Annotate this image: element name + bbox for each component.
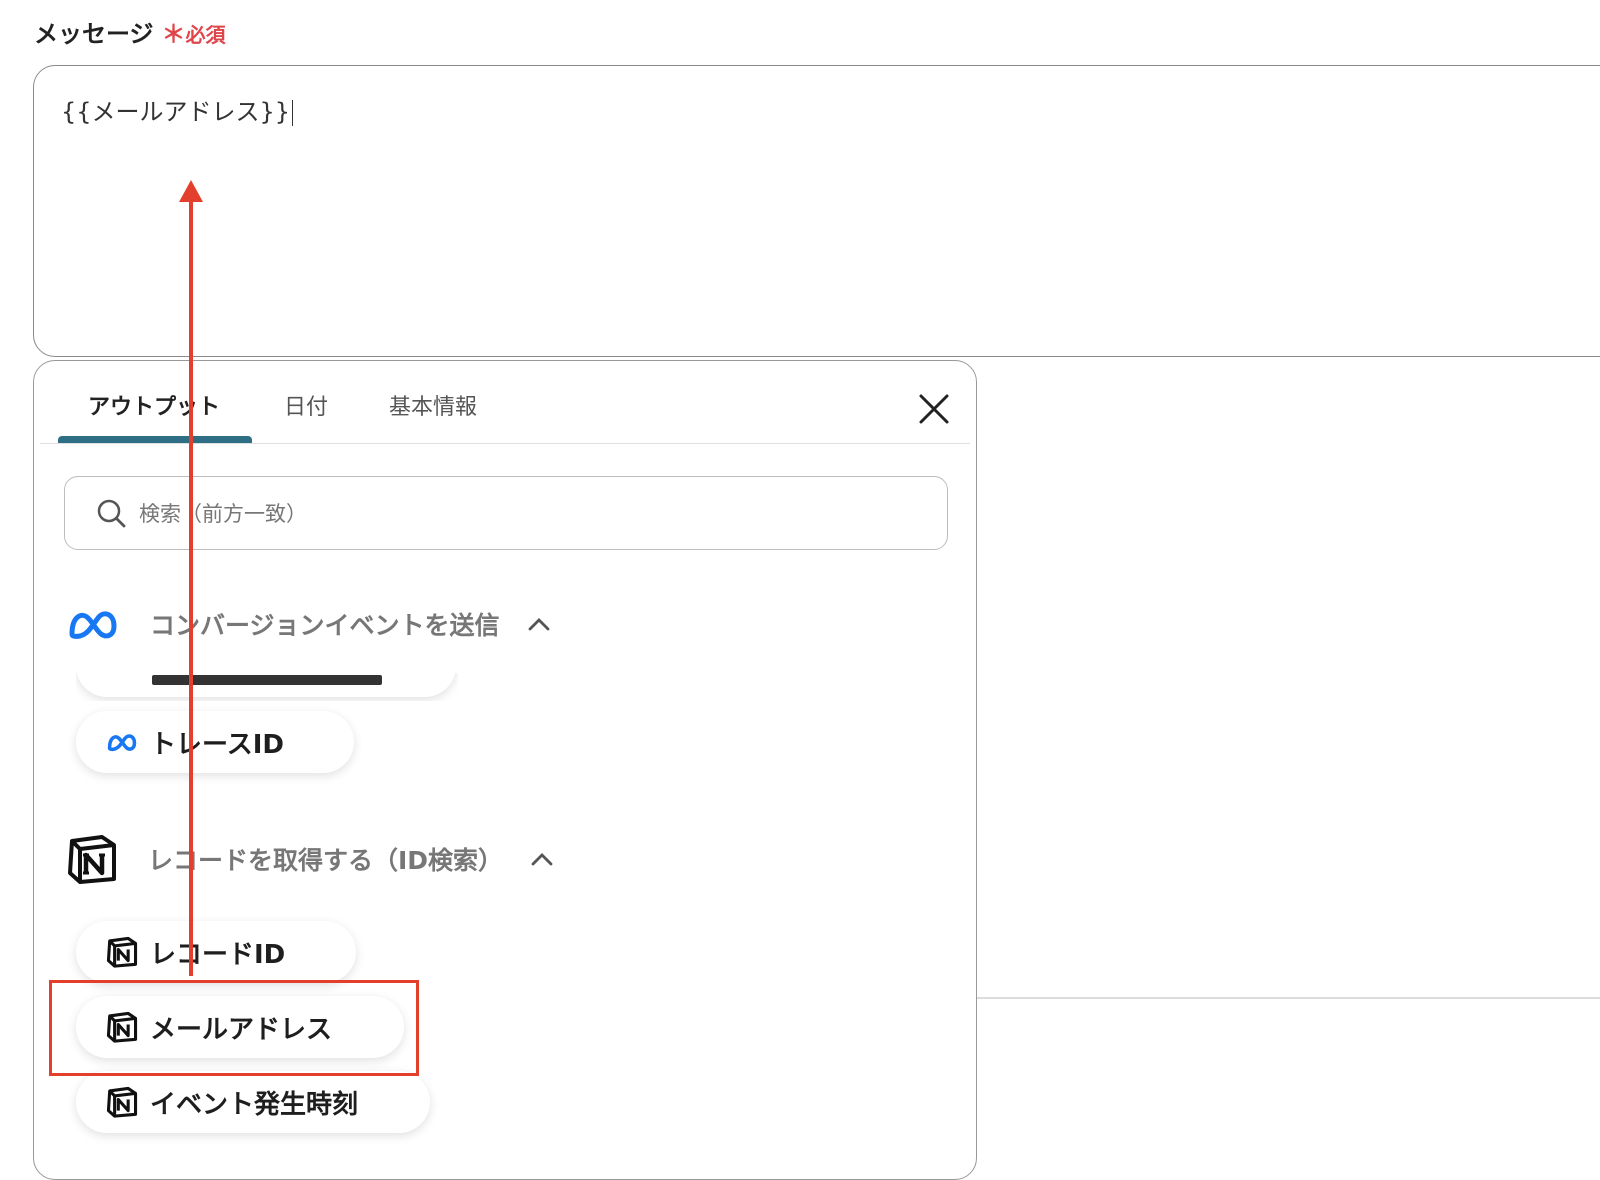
meta-logo-icon [107, 734, 137, 752]
required-text: 必須 [185, 23, 226, 47]
annotation-highlight-box [49, 980, 419, 1076]
annotation-arrow-head [179, 180, 203, 202]
search-icon [97, 499, 126, 528]
section-title: コンバージョンイベントを送信 [150, 611, 500, 640]
notion-logo-icon [106, 936, 138, 968]
text-caret [292, 100, 294, 126]
chevron-up-icon [531, 853, 553, 866]
notion-logo-icon [68, 835, 116, 884]
meta-logo-icon [69, 611, 117, 639]
search-input[interactable] [137, 495, 901, 533]
list-item-hidden [76, 673, 458, 701]
search-field [64, 476, 948, 550]
hidden-label-fragment [152, 675, 382, 685]
active-tab-indicator [58, 436, 252, 443]
notion-logo-icon [106, 1086, 138, 1118]
section-header-record[interactable]: レコードを取得する（ID検索） [66, 833, 553, 885]
list-item-record-id[interactable]: レコードID [76, 921, 356, 983]
close-icon[interactable] [914, 389, 954, 429]
chip-label: トレースID [150, 729, 284, 760]
chip-label: イベント発生時刻 [150, 1089, 359, 1120]
list-item-event-time[interactable]: イベント発生時刻 [76, 1071, 430, 1133]
required-mark: ＊ [161, 20, 186, 48]
annotation-arrow-line [189, 198, 193, 976]
list-item-trace-id[interactable]: トレースID [76, 711, 354, 773]
message-textarea[interactable]: {{メールアドレス}} [33, 65, 1600, 357]
field-label: メッセージ ＊ 必須 [34, 14, 226, 49]
field-label-text: メッセージ [34, 20, 154, 48]
message-value: {{メールアドレス}} [61, 92, 294, 127]
divider [977, 997, 1600, 999]
chevron-up-icon [528, 618, 549, 631]
chip-label: レコードID [150, 939, 286, 970]
list-item-hidden-chip [76, 673, 456, 697]
tab-basic-info[interactable]: 基本情報 [389, 389, 477, 421]
tab-date[interactable]: 日付 [284, 389, 328, 421]
tab-output[interactable]: アウトプット [88, 389, 220, 421]
message-value-text: {{メールアドレス}} [61, 98, 291, 126]
section-header-conversion[interactable]: コンバージョンイベントを送信 [66, 606, 550, 642]
tab-bar: アウトプット 日付 基本情報 [40, 361, 970, 444]
section-title: レコードを取得する（ID検索） [148, 846, 504, 875]
